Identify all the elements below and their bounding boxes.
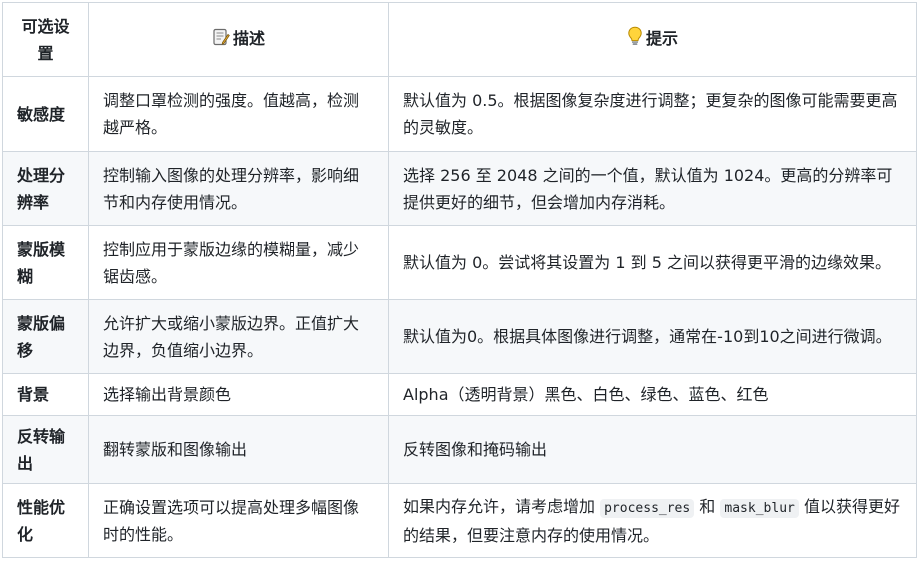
option-name: 性能优化: [2, 483, 89, 558]
option-description: 允许扩大或缩小蒙版边界。正值扩大边界，负值缩小边界。: [88, 299, 389, 374]
option-name: 蒙版偏移: [2, 299, 89, 374]
option-name: 处理分辨率: [2, 151, 89, 226]
table-row: 背景 选择输出背景颜色 Alpha（透明背景）黑色、白色、绿色、蓝色、红色: [2, 373, 917, 416]
table-row: 性能优化 正确设置选项可以提高处理多幅图像时的性能。 如果内存允许，请考虑增加 …: [2, 483, 917, 558]
option-hint: 如果内存允许，请考虑增加 process_res 和 mask_blur 值以获…: [388, 483, 917, 558]
option-hint: 默认值为0。根据具体图像进行调整，通常在-10到10之间进行微调。: [388, 299, 917, 374]
header-description: 描述: [88, 2, 389, 77]
memo-icon: [212, 27, 230, 54]
option-hint: Alpha（透明背景）黑色、白色、绿色、蓝色、红色: [388, 373, 917, 416]
option-hint: 反转图像和掩码输出: [388, 415, 917, 484]
option-description: 控制输入图像的处理分辨率，影响细节和内存使用情况。: [88, 151, 389, 226]
options-table: 可选设置 描述 提示 敏感度 调整口罩检测的强度。值越高，检测越严格。 默认值为…: [2, 2, 917, 558]
option-name: 蒙版模糊: [2, 225, 89, 300]
option-description: 正确设置选项可以提高处理多幅图像时的性能。: [88, 483, 389, 558]
header-hint: 提示: [388, 2, 917, 77]
light-bulb-icon: [627, 26, 643, 54]
option-name: 反转输出: [2, 415, 89, 484]
option-name: 敏感度: [2, 76, 89, 152]
table-header-row: 可选设置 描述 提示: [2, 2, 917, 77]
option-name: 背景: [2, 373, 89, 416]
table-row: 蒙版模糊 控制应用于蒙版边缘的模糊量，减少锯齿感。 默认值为 0。尝试将其设置为…: [2, 225, 917, 300]
header-option: 可选设置: [2, 2, 89, 77]
option-description: 翻转蒙版和图像输出: [88, 415, 389, 484]
inline-code-process-res: process_res: [600, 498, 695, 518]
table-row: 处理分辨率 控制输入图像的处理分辨率，影响细节和内存使用情况。 选择 256 至…: [2, 151, 917, 226]
header-description-label: 描述: [232, 29, 265, 48]
inline-code-mask-blur: mask_blur: [720, 498, 799, 518]
option-hint: 选择 256 至 2048 之间的一个值，默认值为 1024。更高的分辨率可提供…: [388, 151, 917, 226]
option-hint: 默认值为 0。尝试将其设置为 1 到 5 之间以获得更平滑的边缘效果。: [388, 225, 917, 300]
table-row: 敏感度 调整口罩检测的强度。值越高，检测越严格。 默认值为 0.5。根据图像复杂…: [2, 76, 917, 152]
table-row: 反转输出 翻转蒙版和图像输出 反转图像和掩码输出: [2, 415, 917, 484]
option-description: 调整口罩检测的强度。值越高，检测越严格。: [88, 76, 389, 152]
header-hint-label: 提示: [645, 29, 678, 48]
hint-text: 如果内存允许，请考虑增加: [403, 496, 596, 516]
option-description: 选择输出背景颜色: [88, 373, 389, 416]
option-description: 控制应用于蒙版边缘的模糊量，减少锯齿感。: [88, 225, 389, 300]
option-hint: 默认值为 0.5。根据图像复杂度进行调整；更复杂的图像可能需要更高的灵敏度。: [388, 76, 917, 152]
table-row: 蒙版偏移 允许扩大或缩小蒙版边界。正值扩大边界，负值缩小边界。 默认值为0。根据…: [2, 299, 917, 374]
hint-text: 和: [699, 496, 716, 516]
